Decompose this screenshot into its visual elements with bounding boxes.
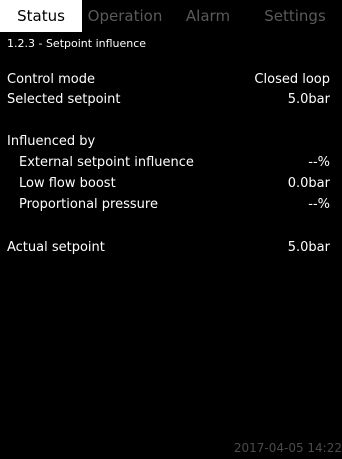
low-flow-boost-label: Low flow boost	[19, 176, 116, 191]
proportional-pressure-row[interactable]: Proportional pressure --%	[0, 197, 342, 217]
tab-settings[interactable]: Settings	[248, 0, 342, 32]
control-mode-label: Control mode	[7, 72, 95, 87]
selected-setpoint-row[interactable]: Selected setpoint 5.0bar	[0, 92, 342, 112]
breadcrumb: 1.2.3 - Setpoint influence	[7, 37, 147, 50]
actual-setpoint-value: 5.0bar	[287, 240, 330, 255]
tab-bar: Status Operation Alarm Settings	[0, 0, 342, 32]
control-mode-row[interactable]: Control mode Closed loop	[0, 72, 342, 92]
selected-setpoint-value: 5.0bar	[287, 92, 330, 107]
tab-alarm[interactable]: Alarm	[168, 0, 248, 32]
external-setpoint-influence-label: External setpoint influence	[19, 155, 194, 170]
tab-status[interactable]: Status	[0, 0, 82, 32]
low-flow-boost-value: 0.0bar	[287, 176, 330, 191]
proportional-pressure-label: Proportional pressure	[19, 197, 158, 212]
tab-operation[interactable]: Operation	[82, 0, 168, 32]
actual-setpoint-row[interactable]: Actual setpoint 5.0bar	[0, 240, 342, 260]
low-flow-boost-row[interactable]: Low flow boost 0.0bar	[0, 176, 342, 196]
timestamp: 2017-04-05 14:22	[233, 441, 342, 455]
external-setpoint-influence-value: --%	[308, 155, 330, 170]
proportional-pressure-value: --%	[308, 197, 330, 212]
control-mode-value: Closed loop	[254, 72, 330, 87]
external-setpoint-influence-row[interactable]: External setpoint influence --%	[0, 155, 342, 175]
influenced-by-heading: Influenced by	[7, 134, 96, 149]
actual-setpoint-label: Actual setpoint	[7, 240, 105, 255]
selected-setpoint-label: Selected setpoint	[7, 92, 121, 107]
